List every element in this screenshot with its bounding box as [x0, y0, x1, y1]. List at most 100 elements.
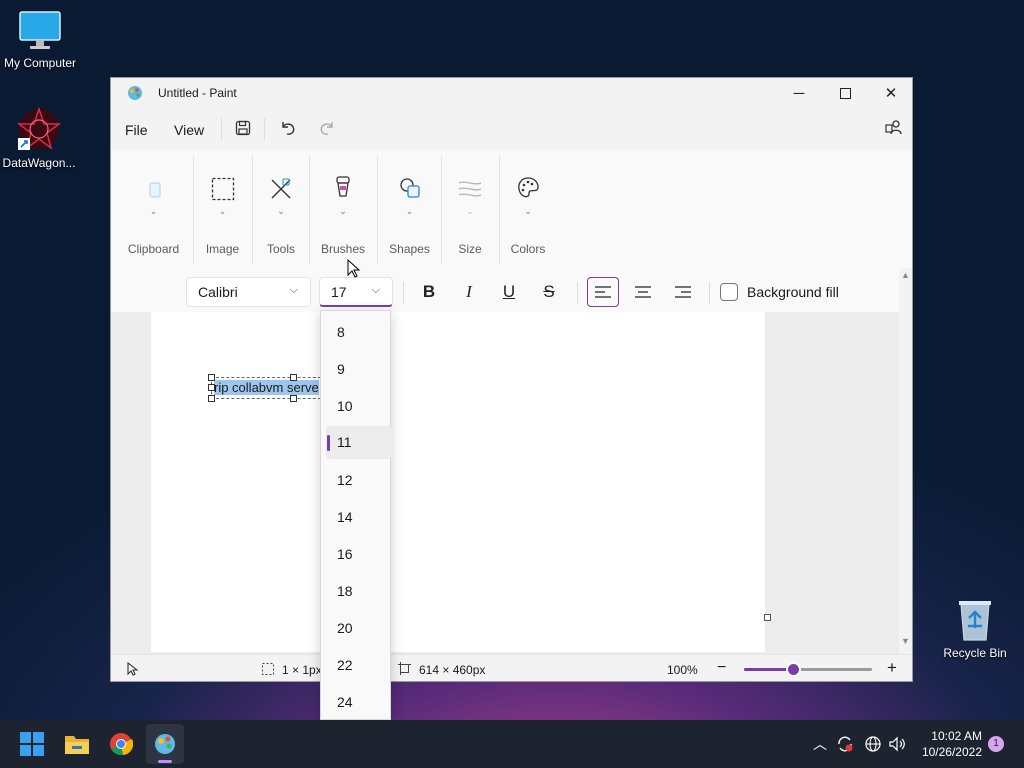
menu-file[interactable]: File [125, 122, 148, 138]
align-right-button[interactable] [667, 277, 699, 307]
chevron-down-icon: ⌵ [371, 284, 380, 296]
file-explorer-button[interactable] [59, 728, 95, 760]
undo-icon[interactable] [279, 119, 297, 137]
align-left-button[interactable] [587, 277, 619, 307]
font-size-option[interactable]: 10 [337, 398, 353, 414]
zoom-in-button[interactable]: + [887, 658, 897, 678]
paint-taskbar-button[interactable] [146, 724, 184, 764]
align-center-icon [635, 286, 651, 298]
selected-indicator [327, 435, 330, 451]
toolbar-separator [403, 282, 404, 304]
zoom-slider-fill [744, 668, 794, 671]
notification-badge[interactable]: 1 [988, 736, 1004, 752]
zoom-out-button[interactable]: − [717, 659, 726, 677]
chevron-down-icon: ⌄ [466, 206, 474, 216]
taskbar: ︿ 10:02 AM 10/26/2022 1 [0, 720, 1024, 768]
maximize-button[interactable] [822, 78, 868, 108]
ribbon-group-shapes[interactable]: ⌄ Shapes [378, 150, 441, 268]
font-size-option[interactable]: 12 [337, 472, 353, 488]
scroll-up-icon[interactable]: ▲ [901, 270, 910, 280]
font-size-option-selected[interactable]: 11 [326, 426, 392, 459]
desktop-icon-label: My Computer [3, 56, 77, 70]
font-size-option[interactable]: 8 [337, 324, 345, 340]
font-size-option[interactable]: 16 [337, 546, 353, 562]
chrome-icon [110, 733, 133, 756]
background-fill-label: Background fill [747, 284, 839, 300]
scroll-down-icon[interactable]: ▼ [901, 636, 910, 646]
pointer-icon [127, 662, 139, 676]
chevron-down-icon: ⌄ [218, 206, 227, 216]
chevron-up-icon[interactable]: ︿ [813, 734, 827, 754]
volume-icon[interactable] [888, 735, 906, 753]
ribbon-group-label: Clipboard [127, 242, 180, 256]
selection-size-icon [262, 663, 274, 675]
font-size-value: 17 [331, 284, 347, 300]
menu-view[interactable]: View [174, 122, 204, 138]
start-button[interactable] [14, 728, 50, 760]
font-size-option[interactable]: 22 [337, 657, 353, 673]
resize-handle[interactable] [208, 374, 215, 381]
text-box[interactable]: rip collabvm serve [211, 377, 326, 399]
resize-handle[interactable] [290, 374, 297, 381]
save-icon[interactable] [235, 120, 251, 136]
clock-time: 10:02 AM [931, 729, 982, 743]
paint-window: Untitled - Paint ─ ✕ File View ⌄ Clipboa… [110, 77, 913, 682]
font-size-option[interactable]: 9 [337, 361, 345, 377]
title-bar[interactable]: Untitled - Paint ─ ✕ [111, 78, 912, 108]
chrome-button[interactable] [103, 728, 139, 760]
zoom-slider-thumb[interactable] [788, 664, 799, 675]
ribbon-group-tools[interactable]: ⌄ Tools [253, 150, 309, 268]
network-globe-icon[interactable] [864, 735, 882, 753]
ribbon-group-label: Colors [510, 242, 546, 256]
ribbon-group-label: Tools [266, 242, 295, 256]
ribbon-group-label: Shapes [389, 242, 430, 256]
desktop-icon-recycle-bin[interactable]: Recycle Bin [935, 598, 1015, 660]
background-fill-checkbox[interactable] [720, 283, 738, 301]
redo-icon[interactable] [318, 119, 336, 137]
font-size-input[interactable]: 17 ⌵ [319, 277, 393, 307]
resize-handle[interactable] [290, 395, 297, 402]
desktop-icon-label: Recycle Bin [943, 646, 1007, 660]
minimize-button[interactable]: ─ [776, 78, 822, 108]
underline-button[interactable]: U [493, 277, 525, 307]
ribbon-group-colors[interactable]: ⌄ Colors [500, 150, 556, 268]
shapes-icon [400, 178, 420, 198]
text-toolbar: Calibri ⌵ 17 ⌵ B I U S Background fill [111, 268, 899, 312]
canvas-resize-handle[interactable] [764, 614, 771, 621]
desktop-icon-my-computer[interactable]: My Computer [0, 10, 80, 70]
bold-button[interactable]: B [413, 277, 445, 307]
font-size-option[interactable]: 20 [337, 620, 353, 636]
sync-icon[interactable] [836, 735, 854, 753]
zoom-slider[interactable] [744, 664, 872, 675]
canvas-size-icon [398, 662, 411, 675]
italic-button[interactable]: I [453, 277, 485, 307]
close-button[interactable]: ✕ [868, 78, 912, 108]
menu-bar: File View [111, 108, 912, 150]
resize-handle[interactable] [208, 395, 215, 402]
font-family-select[interactable]: Calibri ⌵ [186, 277, 311, 307]
align-center-button[interactable] [627, 277, 659, 307]
align-right-icon [675, 286, 691, 298]
ribbon-group-brushes[interactable]: ⌄ Brushes [310, 150, 376, 268]
font-size-option[interactable]: 14 [337, 509, 353, 525]
paint-app-icon [155, 734, 175, 754]
account-icon[interactable] [885, 119, 903, 137]
font-size-option[interactable]: 18 [337, 583, 353, 599]
resize-handle[interactable] [208, 384, 215, 391]
clock[interactable]: 10:02 AM 10/26/2022 [916, 728, 982, 760]
vertical-scrollbar[interactable]: ▲ ▼ [899, 268, 912, 654]
desktop-icon-datawagon[interactable]: DataWagon... [0, 106, 79, 170]
ribbon-group-image[interactable]: ⌄ Image [194, 150, 251, 268]
font-size-option[interactable]: 24 [337, 694, 353, 710]
strikethrough-button[interactable]: S [533, 277, 565, 307]
ribbon-group-size[interactable]: ⌄ Size [442, 150, 498, 268]
chevron-down-icon: ⌄ [149, 206, 158, 216]
drawing-canvas[interactable]: rip collabvm serve [151, 312, 765, 652]
palette-icon [518, 177, 539, 198]
folder-icon [65, 736, 89, 754]
align-left-icon [595, 286, 611, 298]
monitor-icon [19, 11, 61, 49]
toolbar-separator [709, 282, 710, 304]
select-rectangle-icon [211, 177, 235, 201]
ribbon-group-clipboard[interactable]: ⌄ Clipboard [121, 150, 186, 268]
